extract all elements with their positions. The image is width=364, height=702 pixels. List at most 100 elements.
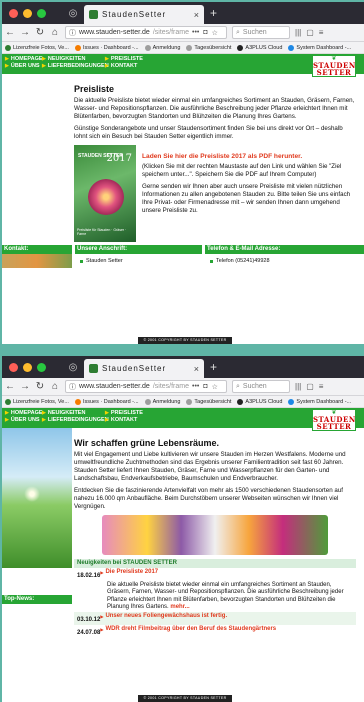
- url-bar[interactable]: ⓘ www.stauden-setter.de/sites/frame ••• …: [65, 380, 227, 393]
- bookmark-star-icon[interactable]: ☆: [212, 29, 218, 37]
- new-tab-button[interactable]: +: [210, 360, 217, 374]
- tab-staudensetter[interactable]: StaudenSetter ×: [84, 5, 204, 24]
- news-date-text: 03.10.12: [77, 616, 101, 623]
- catalog-cover-image[interactable]: STAUDEN SETTER 2017 Preisliste für Staud…: [74, 145, 136, 242]
- url-actions: ••• ◘ ☆: [192, 29, 218, 37]
- bookmark-star-icon[interactable]: ☆: [212, 383, 218, 391]
- nav-arrow-icon: ▶: [42, 63, 46, 69]
- nav-kontakt[interactable]: ▶ KONTAKT: [105, 63, 193, 69]
- nav-neuigkeiten[interactable]: ▶ NEUIGKEITEN: [42, 56, 105, 62]
- reload-icon[interactable]: ↻: [35, 381, 45, 392]
- nav-label: NEUIGKEITEN: [47, 56, 86, 62]
- bookmark-item[interactable]: Anmeldung: [144, 44, 180, 51]
- minimize-window-button[interactable]: [23, 362, 32, 372]
- news-item[interactable]: 24.07.08▶ WDR dreht Filmbeitrag über den…: [74, 625, 356, 639]
- nav-lieferbedingungen[interactable]: ▶ LIEFERBEDINGUNGEN: [42, 63, 109, 69]
- bookmark-item[interactable]: System Dashboard -...: [288, 398, 351, 405]
- close-window-button[interactable]: [9, 362, 18, 372]
- menu-icon[interactable]: ≡: [319, 382, 324, 391]
- close-tab-icon[interactable]: ×: [194, 364, 199, 374]
- maximize-window-button[interactable]: [37, 8, 46, 18]
- tab-bar: ◎ StaudenSetter × +: [2, 356, 364, 378]
- bookmark-item[interactable]: Tagesübersicht: [186, 44, 231, 51]
- bookmark-item[interactable]: Tagesübersicht: [186, 398, 231, 405]
- search-input[interactable]: ⌕ Suchen: [232, 26, 290, 39]
- footer-header-bar: Kontakt: Unsere Anschrift: Telefon & E-M…: [2, 245, 364, 254]
- nav-neuigkeiten[interactable]: ▶ NEUIGKEITEN: [42, 410, 105, 416]
- news-body-text: Die aktuelle Preisliste bietet wieder ei…: [107, 581, 344, 611]
- nav-lieferbedingungen[interactable]: ▶ LIEFERBEDINGUNGEN: [42, 417, 109, 423]
- search-input[interactable]: ⌕ Suchen: [232, 380, 290, 393]
- bookmark-item[interactable]: Anmeldung: [144, 398, 180, 405]
- nav-preisliste[interactable]: ▶ PREISLISTE: [105, 56, 193, 62]
- nav-homepage[interactable]: ▶ HOMEPAGE: [5, 410, 43, 416]
- bookmark-item[interactable]: Lizenzfreie Fotos, Ve...: [5, 44, 69, 51]
- site-nav: ▶ HOMEPAGE ▶ NEUIGKEITEN ▶ PREISLISTE ▶ ÜBER…: [2, 408, 364, 423]
- url-bar[interactable]: ⓘ www.stauden-setter.de/sites/frame ••• …: [65, 26, 227, 39]
- copyright-bar: © 2001 COPYRIGHT BY STAUDEN SETTER: [138, 337, 232, 344]
- minimize-window-button[interactable]: [23, 8, 32, 18]
- pdf-download-link[interactable]: Laden Sie hier die Preisliste 2017 als P…: [142, 153, 302, 160]
- bookmark-favicon-icon: [186, 44, 193, 51]
- bookmark-item[interactable]: Issues · Dashboard -...: [74, 44, 139, 51]
- plant-pots-image: [102, 515, 328, 555]
- nav-ueber-uns[interactable]: ▶ ÜBER UNS: [5, 63, 42, 69]
- pocket-icon[interactable]: ◘: [203, 383, 207, 391]
- pocket-icon[interactable]: ◘: [203, 29, 207, 37]
- bookmark-item[interactable]: Issues · Dashboard -...: [74, 398, 139, 405]
- news-title[interactable]: WDR dreht Filmbeitrag über den Beruf des…: [105, 626, 276, 638]
- back-arrow-icon[interactable]: ←: [5, 381, 15, 392]
- nav-label: PREISLISTE: [110, 410, 143, 416]
- news-item[interactable]: 03.10.12▶ Unser neues Foliengewächshaus …: [74, 611, 356, 625]
- news-item[interactable]: 18.02.16▶ Die Preisliste 2017: [74, 568, 356, 582]
- info-icon[interactable]: ⓘ: [69, 28, 76, 38]
- new-tab-button[interactable]: +: [210, 6, 217, 20]
- sun-glow: [24, 486, 40, 502]
- bookmark-item[interactable]: A3PLUS Cloud: [237, 398, 282, 405]
- back-arrow-icon[interactable]: ←: [5, 27, 15, 38]
- nav-kontakt[interactable]: ▶ KONTAKT: [105, 417, 193, 423]
- tab-staudensetter[interactable]: StaudenSetter ×: [84, 359, 204, 378]
- about-paragraph: Mit viel Engagement und Liebe kultiviere…: [74, 451, 346, 482]
- info-icon[interactable]: ⓘ: [69, 382, 76, 392]
- bookmark-item[interactable]: A3PLUS Cloud: [237, 44, 282, 51]
- bookmark-item[interactable]: Lizenzfreie Fotos, Ve...: [5, 398, 69, 405]
- url-host: www.stauden-setter.de: [79, 29, 150, 36]
- page-actions-icon[interactable]: •••: [192, 29, 199, 37]
- forward-arrow-icon[interactable]: →: [20, 27, 30, 38]
- copyright-bar: © 2001 COPYRIGHT BY STAUDEN SETTER: [138, 695, 232, 702]
- reload-icon[interactable]: ↻: [35, 27, 45, 38]
- bookmark-item[interactable]: System Dashboard -...: [288, 44, 351, 51]
- library-icon[interactable]: |||: [295, 382, 301, 391]
- bookmark-favicon-icon: [186, 398, 193, 405]
- close-window-button[interactable]: [9, 8, 18, 18]
- forward-arrow-icon[interactable]: →: [20, 381, 30, 392]
- news-title[interactable]: Die Preisliste 2017: [105, 569, 158, 581]
- pinned-tab[interactable]: ◎: [62, 356, 84, 378]
- nav-ueber-uns[interactable]: ▶ ÜBER UNS: [5, 417, 42, 423]
- phone-label: Telefon & E-Mail Adresse:: [205, 245, 364, 254]
- pinned-tab[interactable]: ◎: [62, 2, 84, 24]
- menu-icon[interactable]: ≡: [319, 28, 324, 37]
- site-favicon-icon: [89, 10, 98, 19]
- browser-window-homepage: ◎ StaudenSetter × + ← → ↻ ⌂ ⓘ www.staude…: [2, 356, 364, 702]
- close-tab-icon[interactable]: ×: [194, 10, 199, 20]
- news-date: 03.10.12▶: [77, 613, 103, 625]
- tab-title: StaudenSetter: [102, 364, 167, 373]
- site-nav: ▶ HOMEPAGE ▶ NEUIGKEITEN ▶ PREISLISTE ▶ ÜBER…: [2, 54, 364, 69]
- home-icon[interactable]: ⌂: [50, 27, 60, 38]
- site-logo[interactable]: ❦ STAUDEN SETTER: [312, 409, 356, 431]
- home-icon[interactable]: ⌂: [50, 381, 60, 392]
- maximize-window-button[interactable]: [37, 362, 46, 372]
- page-content: Preisliste Die aktuelle Preisliste biete…: [2, 74, 364, 242]
- nav-homepage[interactable]: ▶ HOMEPAGE: [5, 56, 43, 62]
- more-link[interactable]: mehr...: [170, 604, 189, 610]
- sidebar-icon[interactable]: ▢: [306, 28, 314, 37]
- page-actions-icon[interactable]: •••: [192, 383, 199, 391]
- library-icon[interactable]: |||: [295, 28, 301, 37]
- sidebar-icon[interactable]: ▢: [306, 382, 314, 391]
- news-title[interactable]: Unser neues Foliengewächshaus ist fertig…: [105, 613, 227, 625]
- site-logo[interactable]: ❦ STAUDEN SETTER: [312, 55, 356, 77]
- pdf-section: STAUDEN SETTER 2017 Preisliste für Staud…: [74, 145, 356, 242]
- nav-preisliste[interactable]: ▶ PREISLISTE: [105, 410, 193, 416]
